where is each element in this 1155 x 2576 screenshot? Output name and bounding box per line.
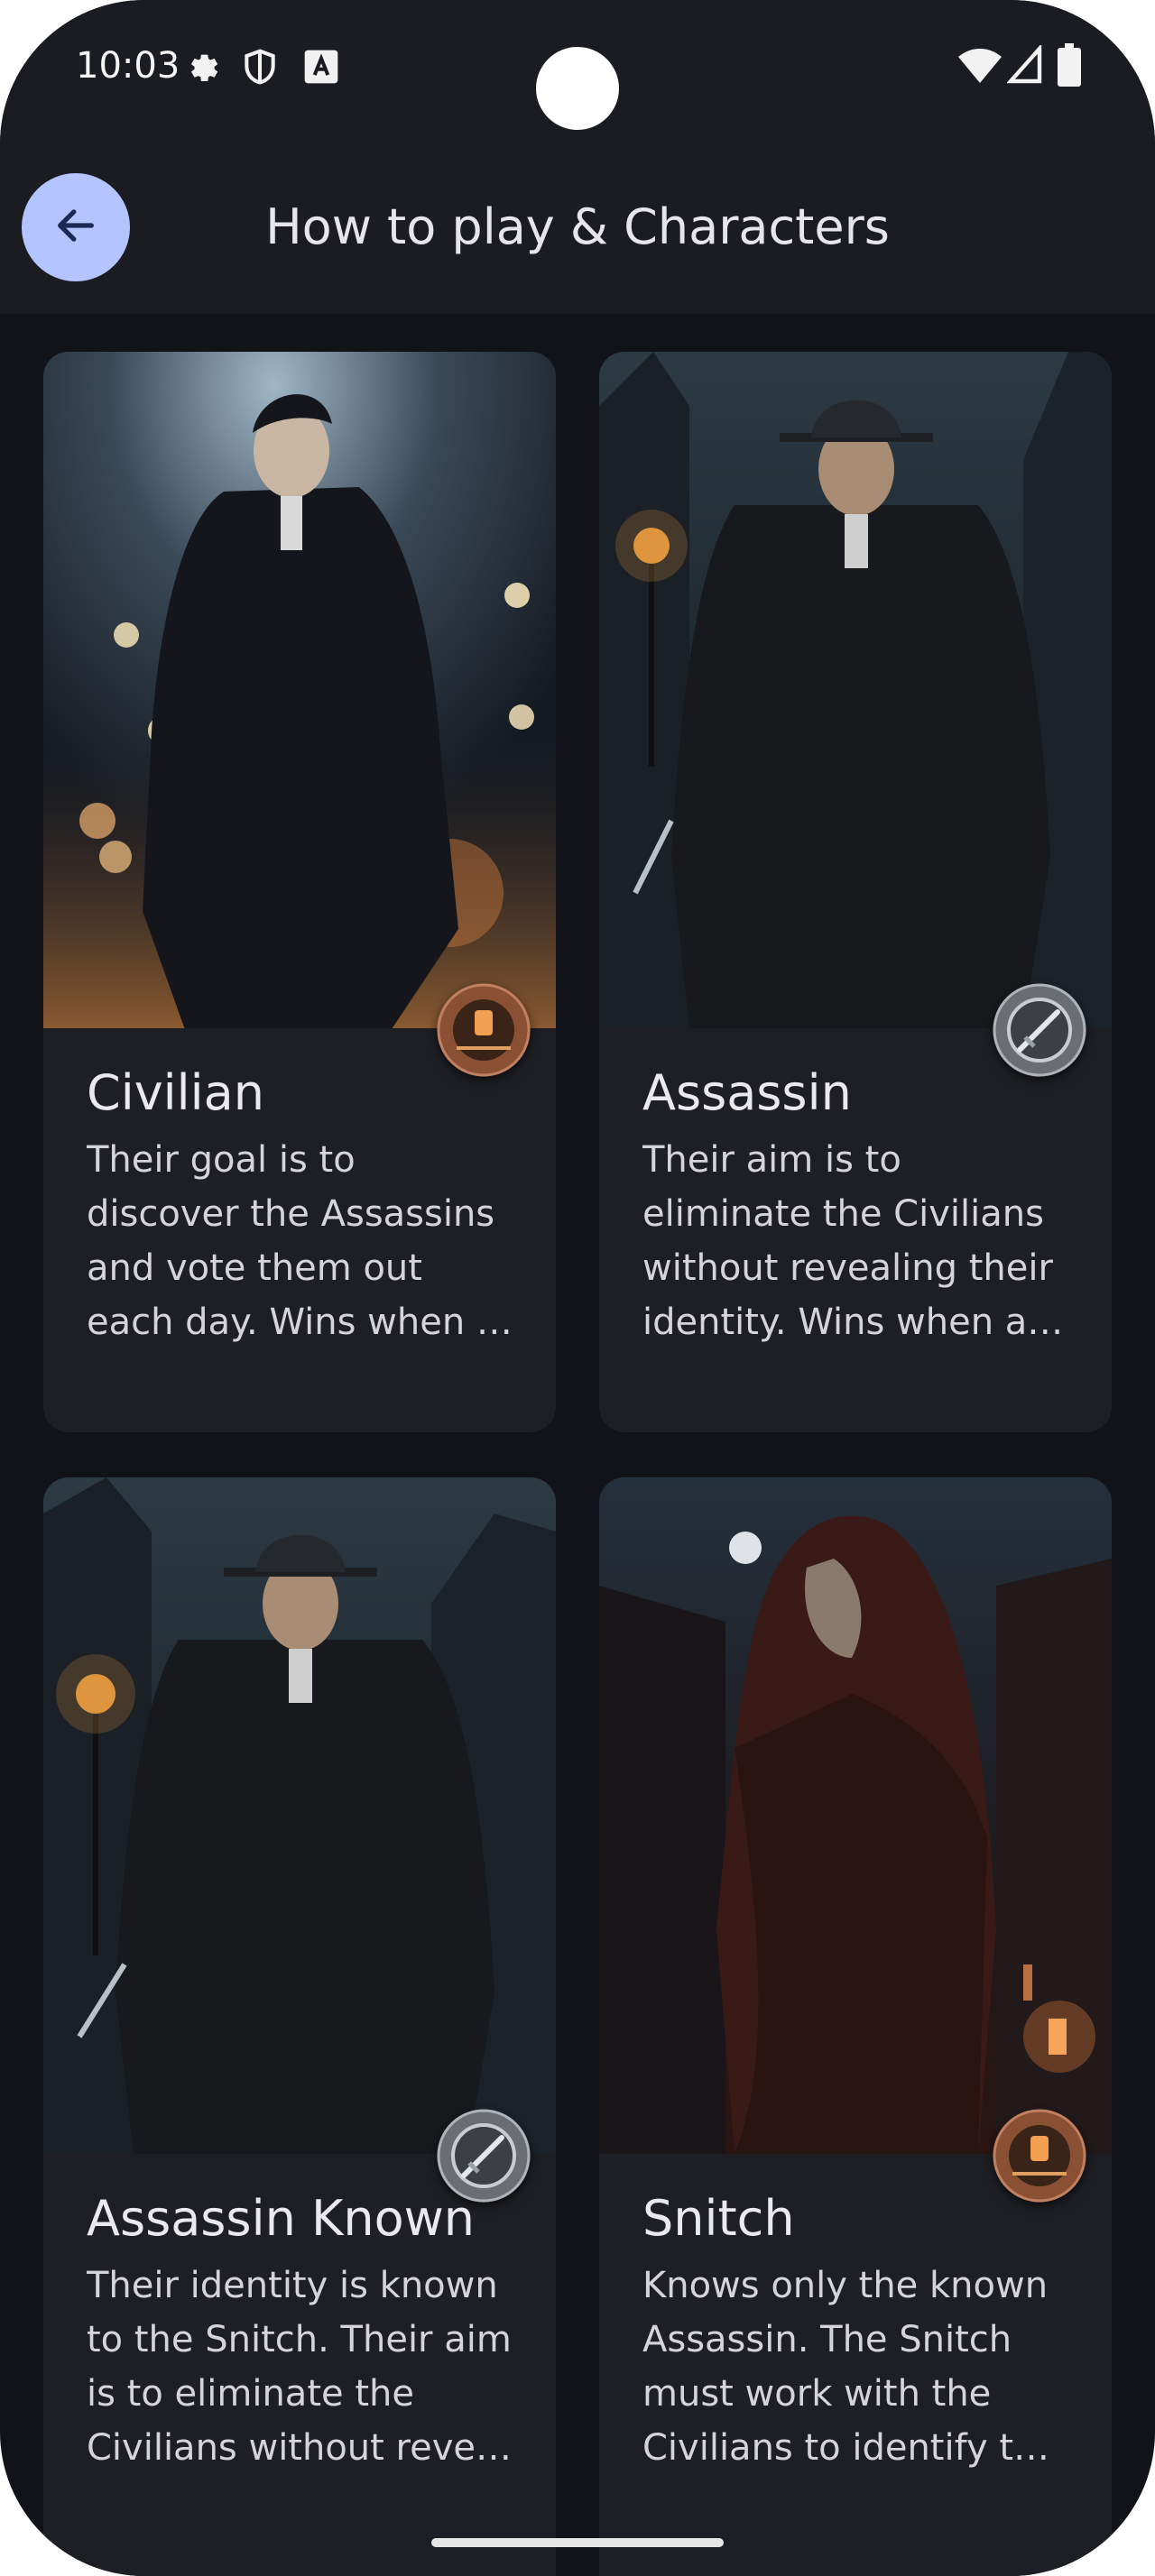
dagger-badge-icon <box>437 2109 531 2203</box>
dagger-badge-icon <box>993 983 1086 1077</box>
card-description: Knows only the known Assassin. The Snitc… <box>642 2265 1050 2469</box>
assassin-image <box>599 352 1112 1028</box>
camera-cutout <box>536 47 619 130</box>
a-icon <box>301 47 341 90</box>
signal-icon <box>1006 43 1043 88</box>
lantern-badge-icon <box>993 2109 1086 2203</box>
card-description: Their goal is to discover the Assassins … <box>87 1139 513 1343</box>
page-title: How to play & Characters <box>265 198 890 255</box>
status-bar: 10:03 <box>0 0 1155 144</box>
card-title: Snitch <box>642 2190 795 2247</box>
battery-icon <box>1058 43 1081 90</box>
snitch-image <box>599 1477 1112 2154</box>
character-card-civilian[interactable]: Civilian Their goal is to discover the A… <box>43 352 556 1432</box>
status-time: 10:03 <box>76 45 180 87</box>
app-bar: How to play & Characters <box>0 144 1155 314</box>
shield-icon <box>240 47 280 90</box>
card-description: Their aim is to eliminate the Civilians … <box>642 1139 1064 1343</box>
character-card-assassin[interactable]: Assassin Their aim is to eliminate the C… <box>599 352 1112 1432</box>
card-title: Civilian <box>87 1064 264 1121</box>
assassin-known-image <box>43 1477 556 2154</box>
character-card-assassin-known[interactable]: Assassin Known Their identity is known t… <box>43 1477 556 2576</box>
character-card-snitch[interactable]: Snitch Knows only the known Assassin. Th… <box>599 1477 1112 2576</box>
phone-screen: 10:03 How to play & Characters Civilian … <box>0 0 1155 2576</box>
lantern-badge-icon <box>437 983 531 1077</box>
card-title: Assassin <box>642 1064 852 1121</box>
wifi-icon <box>958 45 1002 88</box>
gear-icon <box>180 47 220 90</box>
gesture-nav-handle[interactable] <box>431 2538 724 2547</box>
card-description: Their identity is known to the Snitch. T… <box>87 2265 513 2469</box>
card-title: Assassin Known <box>87 2190 476 2247</box>
civilian-image <box>43 352 556 1028</box>
